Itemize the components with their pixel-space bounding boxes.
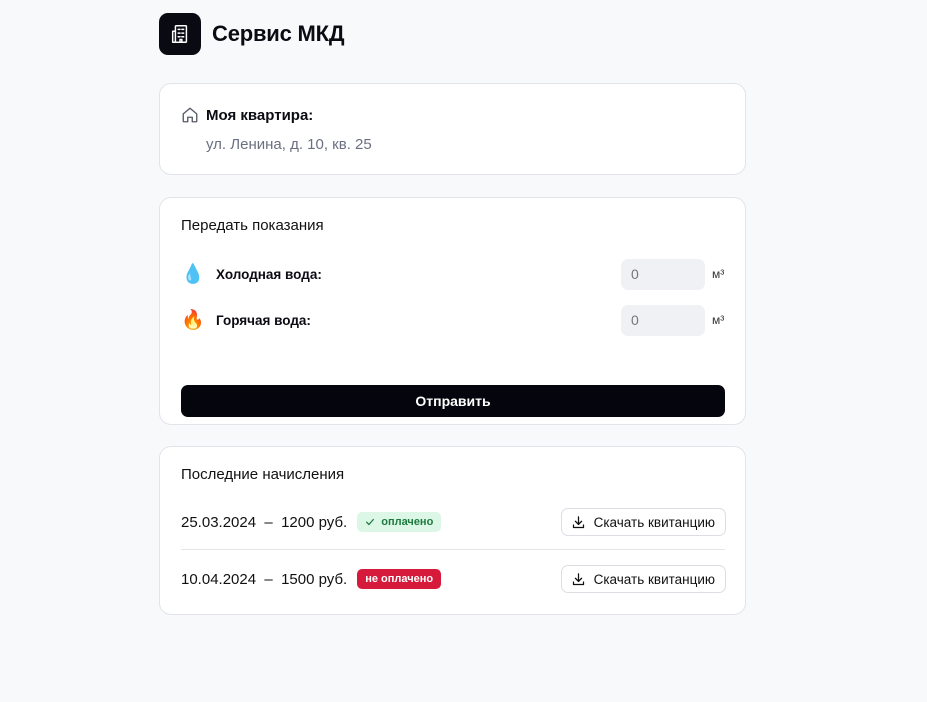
- charges-title: Последние начисления: [181, 466, 345, 483]
- readings-title: Передать показания: [181, 217, 324, 234]
- cold-water-unit: м³: [712, 267, 725, 281]
- download-receipt-label: Скачать квитанцию: [593, 571, 715, 587]
- check-icon: [365, 517, 375, 527]
- app-container: Сервис МКД Моя квартира: ул. Ленина, д. …: [159, 13, 746, 615]
- submit-button[interactable]: Отправить: [181, 385, 725, 417]
- apartment-address: ул. Ленина, д. 10, кв. 25: [206, 136, 372, 153]
- download-receipt-label: Скачать квитанцию: [593, 514, 715, 530]
- apartment-header: Моя квартира:: [181, 106, 313, 124]
- header: Сервис МКД: [159, 13, 746, 55]
- charge-row: 25.03.2024 – 1200 руб. оплачено Скачать …: [181, 508, 726, 536]
- charge-date-amount: 25.03.2024 – 1200 руб.: [181, 513, 348, 531]
- building-icon: [159, 13, 201, 55]
- status-badge: не оплачено: [357, 569, 442, 589]
- charge-row: 10.04.2024 – 1500 руб. не оплачено Скача…: [181, 565, 726, 593]
- divider: [181, 549, 725, 550]
- apartment-card: Моя квартира: ул. Ленина, д. 10, кв. 25: [159, 83, 746, 175]
- download-icon: [571, 515, 586, 530]
- download-receipt-button[interactable]: Скачать квитанцию: [560, 565, 726, 593]
- charge-date-amount: 10.04.2024 – 1500 руб.: [181, 570, 348, 588]
- hot-water-input[interactable]: [621, 304, 705, 336]
- status-badge-label: оплачено: [381, 516, 434, 528]
- status-badge: оплачено: [357, 512, 442, 532]
- cold-water-input[interactable]: [621, 258, 705, 290]
- hot-water-label: Горячая вода:: [216, 312, 311, 328]
- cold-water-row: 💧 Холодная вода: м³: [181, 258, 726, 290]
- apartment-label: Моя квартира:: [206, 106, 314, 124]
- download-receipt-button[interactable]: Скачать квитанцию: [560, 508, 726, 536]
- readings-card: Передать показания 💧 Холодная вода: м³ 🔥…: [159, 197, 746, 425]
- hot-water-row: 🔥 Горячая вода: м³: [181, 304, 726, 336]
- home-icon: [181, 106, 199, 124]
- status-badge-label: не оплачено: [365, 573, 434, 585]
- app-title: Сервис МКД: [212, 21, 345, 46]
- download-icon: [571, 572, 586, 587]
- cold-water-label: Холодная вода:: [216, 266, 322, 282]
- charges-card: Последние начисления 25.03.2024 – 1200 р…: [159, 446, 746, 615]
- hot-water-unit: м³: [712, 313, 725, 327]
- fire-icon: 🔥: [181, 309, 205, 331]
- water-drop-icon: 💧: [181, 263, 205, 285]
